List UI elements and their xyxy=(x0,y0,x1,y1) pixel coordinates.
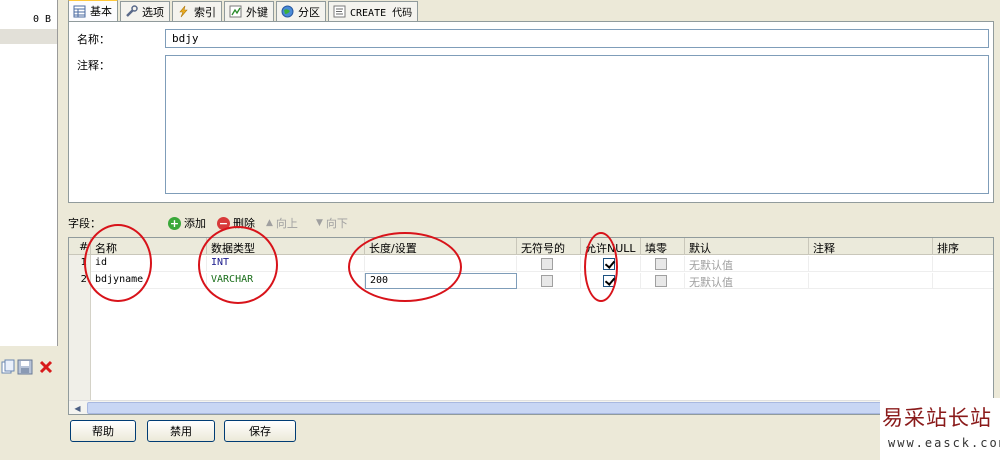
plus-icon: + xyxy=(168,216,181,230)
minus-icon: − xyxy=(217,216,230,230)
wrench-icon xyxy=(125,5,138,18)
allow-null-checkbox[interactable] xyxy=(603,275,615,287)
field-length-cell[interactable] xyxy=(365,256,517,272)
row-number: 1 xyxy=(80,257,87,268)
field-sort-cell[interactable] xyxy=(933,256,993,272)
header-zerofill[interactable]: 填零 xyxy=(641,238,685,255)
header-length[interactable]: 长度/设置 xyxy=(365,238,517,255)
allow-null-cell xyxy=(581,256,641,272)
left-toolbar xyxy=(0,356,58,380)
copy-icon[interactable] xyxy=(0,359,16,375)
add-field-button[interactable]: + 添加 xyxy=(168,215,206,231)
watermark-url: www.easck.com xyxy=(888,436,1000,450)
field-type-cell[interactable]: VARCHAR xyxy=(207,273,365,289)
comment-label: 注释： xyxy=(77,59,110,72)
fields-label: 字段： xyxy=(68,217,101,230)
scrollbar-thumb[interactable] xyxy=(87,402,927,414)
tab-create-code[interactable]: CREATE 代码 xyxy=(328,1,419,21)
zerofill-checkbox[interactable] xyxy=(655,275,667,287)
tab-indexes[interactable]: 索引 xyxy=(172,1,222,21)
table-comment-textarea[interactable] xyxy=(165,55,989,194)
unsigned-cell xyxy=(517,256,581,272)
field-name-cell[interactable]: bdjyname xyxy=(91,273,207,289)
header-comment[interactable]: 注释 xyxy=(809,238,933,255)
move-down-button[interactable]: ▼ 向下 xyxy=(316,215,348,231)
object-tree-panel[interactable]: 0 B xyxy=(0,0,58,346)
chart-icon xyxy=(229,5,242,18)
allow-null-cell xyxy=(581,273,641,289)
header-row-number[interactable]: # xyxy=(69,238,91,255)
lightning-icon xyxy=(177,5,190,18)
zerofill-cell xyxy=(641,256,685,272)
field-default-cell[interactable]: 无默认值 xyxy=(685,256,809,272)
delete-field-button[interactable]: − 删除 xyxy=(217,215,255,231)
field-length-input[interactable]: 200 xyxy=(365,273,517,289)
allow-null-checkbox[interactable] xyxy=(603,258,615,270)
tab-bar: 基本 选项 索引 外键 分区 CREATE 代码 xyxy=(68,0,420,21)
unsigned-checkbox[interactable] xyxy=(541,258,553,270)
field-default-cell[interactable]: 无默认值 xyxy=(685,273,809,289)
tab-options[interactable]: 选项 xyxy=(120,1,170,21)
field-sort-cell[interactable] xyxy=(933,273,993,289)
tree-selected-row[interactable] xyxy=(0,29,57,44)
delete-icon[interactable] xyxy=(38,359,54,375)
fields-grid[interactable]: # 名称 数据类型 长度/设置 无符号的 允许NULL 填零 默认 注释 排序 … xyxy=(68,237,994,415)
save-icon[interactable] xyxy=(17,359,33,375)
field-comment-cell[interactable] xyxy=(809,273,933,289)
unsigned-cell xyxy=(517,273,581,289)
header-default[interactable]: 默认 xyxy=(685,238,809,255)
grid-header: # 名称 数据类型 长度/设置 无符号的 允许NULL 填零 默认 注释 排序 xyxy=(69,238,993,255)
basic-tab-panel: 名称： bdjy 注释： xyxy=(68,21,994,203)
field-name-cell[interactable]: id xyxy=(91,256,207,272)
zerofill-cell xyxy=(641,273,685,289)
grid-horizontal-scrollbar[interactable]: ◀ xyxy=(69,400,993,414)
code-icon xyxy=(333,5,346,18)
table-row[interactable]: 1 id INT 无默认值 xyxy=(69,256,993,272)
save-button[interactable]: 保存 xyxy=(224,420,296,442)
header-name[interactable]: 名称 xyxy=(91,238,207,255)
tab-partitions[interactable]: 分区 xyxy=(276,1,326,21)
help-button[interactable]: 帮助 xyxy=(70,420,136,442)
watermark-title: 易采站长站 xyxy=(882,406,992,430)
field-comment-cell[interactable] xyxy=(809,256,933,272)
name-label: 名称： xyxy=(77,33,110,46)
table-row[interactable]: 2 bdjyname VARCHAR 200 无默认值 xyxy=(69,273,993,289)
globe-icon xyxy=(281,5,294,18)
header-allow-null[interactable]: 允许NULL xyxy=(581,238,641,255)
table-size-text: 0 B xyxy=(32,14,51,25)
disable-button[interactable]: 禁用 xyxy=(147,420,215,442)
zerofill-checkbox[interactable] xyxy=(655,258,667,270)
arrow-down-icon: ▼ xyxy=(316,218,323,228)
arrow-up-icon: ▲ xyxy=(266,218,273,228)
tab-foreign-keys[interactable]: 外键 xyxy=(224,1,274,21)
unsigned-checkbox[interactable] xyxy=(541,275,553,287)
tab-basic[interactable]: 基本 xyxy=(68,0,118,21)
header-sort[interactable]: 排序 xyxy=(933,238,993,255)
table-icon xyxy=(73,5,86,18)
header-unsigned[interactable]: 无符号的 xyxy=(517,238,581,255)
move-up-button[interactable]: ▲ 向上 xyxy=(266,215,298,231)
scroll-left-icon[interactable]: ◀ xyxy=(71,402,84,414)
field-type-cell[interactable]: INT xyxy=(207,256,365,272)
row-number: 2 xyxy=(80,274,87,285)
header-data-type[interactable]: 数据类型 xyxy=(207,238,365,255)
table-name-input[interactable]: bdjy xyxy=(165,29,989,48)
fields-toolbar: 字段： + 添加 − 删除 ▲ 向上 ▼ 向下 xyxy=(68,212,994,234)
